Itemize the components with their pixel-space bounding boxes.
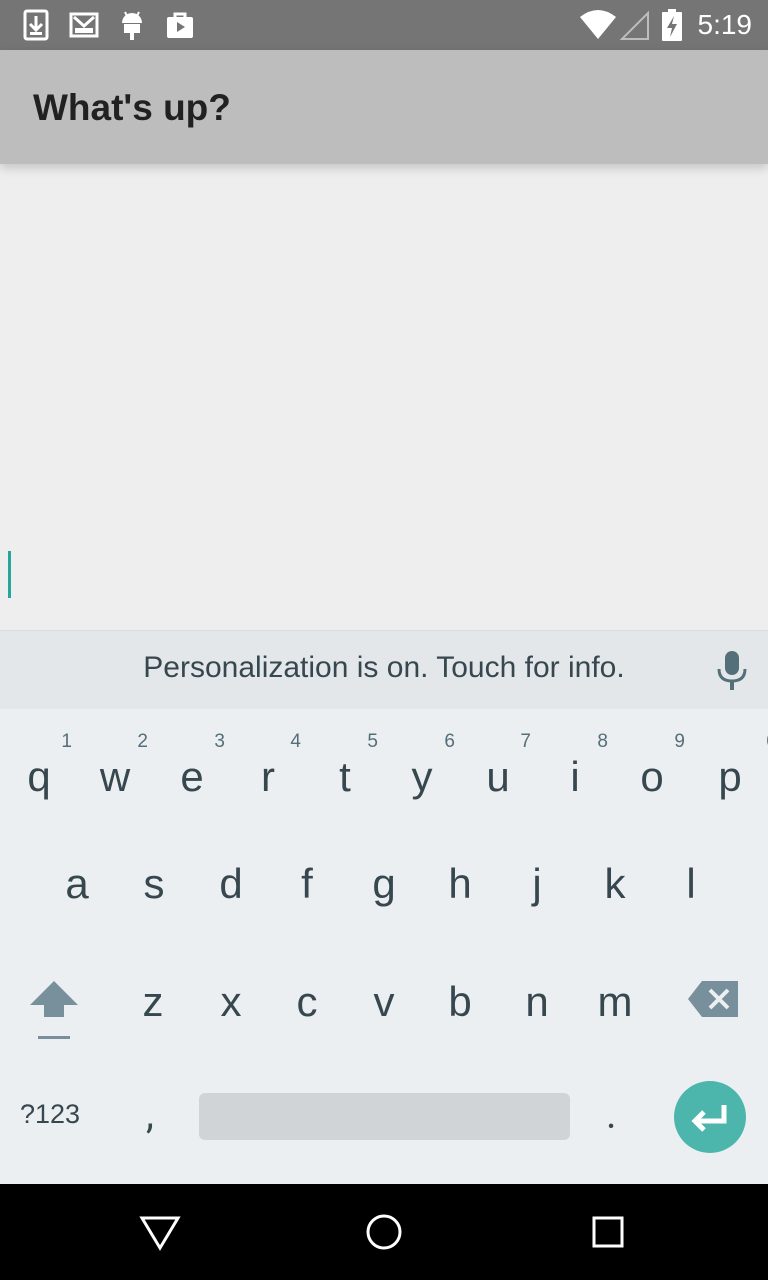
key-c[interactable]: c <box>282 977 332 1027</box>
key-a[interactable]: a <box>52 859 102 909</box>
page-title: What's up? <box>33 87 231 128</box>
key-y[interactable]: y6 <box>397 731 456 802</box>
key-q[interactable]: q1 <box>14 731 72 802</box>
recents-icon[interactable] <box>586 1210 630 1254</box>
mic-icon[interactable] <box>712 649 752 693</box>
navigation-bar <box>0 1184 768 1280</box>
play-store-icon <box>167 12 193 38</box>
home-icon[interactable] <box>362 1210 406 1254</box>
key-l[interactable]: l <box>666 859 716 909</box>
key-e[interactable]: e3 <box>167 731 225 802</box>
gmail-icon <box>69 12 99 38</box>
key-u[interactable]: u7 <box>473 731 531 802</box>
text-cursor <box>8 551 11 598</box>
key-i[interactable]: i8 <box>550 731 608 802</box>
key-z[interactable]: z <box>128 977 178 1027</box>
key-b[interactable]: b <box>435 977 485 1027</box>
download-icon <box>23 9 49 41</box>
key-s[interactable]: s <box>129 859 179 909</box>
compose-area[interactable] <box>0 164 768 630</box>
app-bar: What's up? <box>0 50 768 164</box>
key-g[interactable]: g <box>359 859 409 909</box>
key-x[interactable]: x <box>206 977 256 1027</box>
space-bar[interactable] <box>199 1093 570 1140</box>
key-h[interactable]: h <box>435 859 485 909</box>
key-k[interactable]: k <box>590 859 640 909</box>
wifi-icon <box>580 10 616 39</box>
key-d[interactable]: d <box>206 859 256 909</box>
key-v[interactable]: v <box>359 977 409 1027</box>
symbols-key[interactable]: ?123 <box>20 1099 80 1130</box>
period-key[interactable]: . <box>606 1091 617 1138</box>
key-m[interactable]: m <box>590 977 640 1027</box>
key-t[interactable]: t5 <box>320 731 378 802</box>
key-n[interactable]: n <box>512 977 562 1027</box>
backspace-icon[interactable] <box>688 981 740 1017</box>
key-p[interactable]: p0 <box>705 731 768 802</box>
enter-icon <box>691 1105 727 1132</box>
android-icon <box>122 11 142 40</box>
key-j[interactable]: j <box>512 859 562 909</box>
status-time: 5:19 <box>697 9 753 40</box>
key-r[interactable]: r4 <box>243 731 301 802</box>
battery-charging-icon <box>662 9 682 41</box>
status-bar: 5:19 <box>0 0 768 50</box>
personalization-info[interactable]: Personalization is on. Touch for info. <box>0 651 768 685</box>
keyboard: q1 w2 e3 r4 t5 y6 u7 i8 o9 p0 a s d f g … <box>0 709 768 1184</box>
signal-icon <box>620 10 649 40</box>
key-f[interactable]: f <box>282 859 332 909</box>
comma-key[interactable]: , <box>146 1091 154 1138</box>
suggestion-strip[interactable]: Personalization is on. Touch for info. <box>0 630 768 710</box>
key-o[interactable]: o9 <box>627 731 685 802</box>
key-w[interactable]: w2 <box>90 731 148 802</box>
enter-button[interactable] <box>674 1081 746 1153</box>
shift-icon[interactable] <box>28 979 80 1043</box>
back-icon[interactable] <box>138 1210 182 1254</box>
